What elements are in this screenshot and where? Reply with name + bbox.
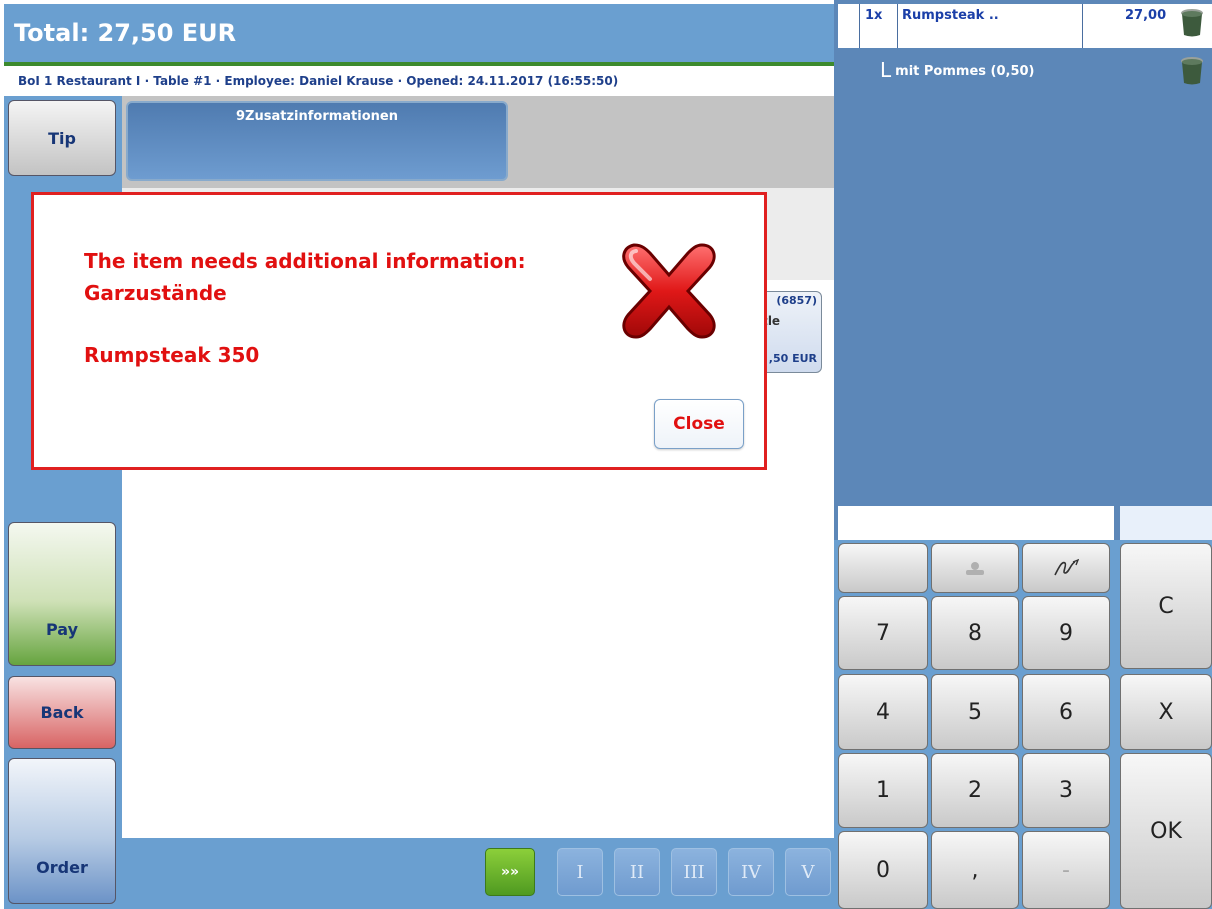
key-3[interactable]: 3 bbox=[1022, 753, 1110, 828]
header-bar: Total: 27,50 EUR bbox=[4, 4, 834, 62]
key-9[interactable]: 9 bbox=[1022, 596, 1110, 670]
key-0[interactable]: 0 bbox=[838, 831, 928, 909]
pay-button[interactable]: Pay bbox=[8, 522, 116, 666]
numpad-display bbox=[838, 506, 1114, 540]
key-5[interactable]: 5 bbox=[931, 674, 1019, 750]
dialog-message-line2: Garzustände bbox=[84, 281, 227, 305]
item-price: 27,00 bbox=[1125, 8, 1167, 23]
key-8[interactable]: 8 bbox=[931, 596, 1019, 670]
error-dialog: The item needs additional information: G… bbox=[31, 192, 767, 470]
signature-key[interactable] bbox=[1022, 543, 1110, 593]
close-button[interactable]: Close bbox=[654, 399, 744, 449]
info-bar: BoI 1 Restaurant I · Table #1 · Employee… bbox=[4, 66, 834, 96]
row-separator bbox=[1082, 4, 1083, 48]
order-button[interactable]: Order bbox=[8, 758, 116, 904]
product-price: ,50 EUR bbox=[768, 352, 817, 365]
person-icon bbox=[966, 562, 984, 575]
row-separator bbox=[897, 4, 898, 48]
next-page-button[interactable]: »» bbox=[485, 848, 535, 896]
indent-marker-icon: L bbox=[880, 58, 892, 82]
dialog-message-line3: Rumpsteak 350 bbox=[84, 343, 260, 367]
item-name: Rumpsteak .. bbox=[902, 8, 999, 23]
decimal-key[interactable]: , bbox=[931, 831, 1019, 909]
key-6[interactable]: 6 bbox=[1022, 674, 1110, 750]
minus-key[interactable]: - bbox=[1022, 831, 1110, 909]
modifier-text: mit Pommes (0,50) bbox=[895, 64, 1035, 79]
course-button-2[interactable]: II bbox=[614, 848, 660, 896]
modifier-line: Lmit Pommes (0,50) bbox=[880, 58, 1035, 82]
tip-button[interactable]: Tip bbox=[8, 100, 116, 176]
blank-function-key[interactable] bbox=[838, 543, 928, 593]
dialog-message-line1: The item needs additional information: bbox=[84, 249, 526, 273]
clear-key[interactable]: C bbox=[1120, 543, 1212, 669]
table-info: BoI 1 Restaurant I · Table #1 · Employee… bbox=[18, 74, 619, 88]
key-2[interactable]: 2 bbox=[931, 753, 1019, 828]
course-button-3[interactable]: III bbox=[671, 848, 717, 896]
category-button[interactable]: 9Zusatzinformationen bbox=[126, 101, 508, 181]
key-1[interactable]: 1 bbox=[838, 753, 928, 828]
multiply-key[interactable]: X bbox=[1120, 674, 1212, 750]
ok-key[interactable]: OK bbox=[1120, 753, 1212, 909]
key-4[interactable]: 4 bbox=[838, 674, 928, 750]
error-x-icon bbox=[614, 237, 724, 345]
guests-key[interactable] bbox=[931, 543, 1019, 593]
key-7[interactable]: 7 bbox=[838, 596, 928, 670]
order-total: Total: 27,50 EUR bbox=[14, 19, 237, 47]
signature-icon bbox=[1054, 558, 1079, 576]
product-number: (6857) bbox=[776, 294, 817, 307]
course-button-1[interactable]: I bbox=[557, 848, 603, 896]
item-quantity: 1x bbox=[865, 8, 883, 23]
course-button-4[interactable]: IV bbox=[728, 848, 774, 896]
trash-icon[interactable] bbox=[1180, 56, 1204, 86]
back-button[interactable]: Back bbox=[8, 676, 116, 749]
course-button-5[interactable]: V bbox=[785, 848, 831, 896]
numpad-secondary-display bbox=[1120, 506, 1212, 540]
row-separator bbox=[859, 4, 860, 48]
trash-icon[interactable] bbox=[1180, 8, 1204, 38]
